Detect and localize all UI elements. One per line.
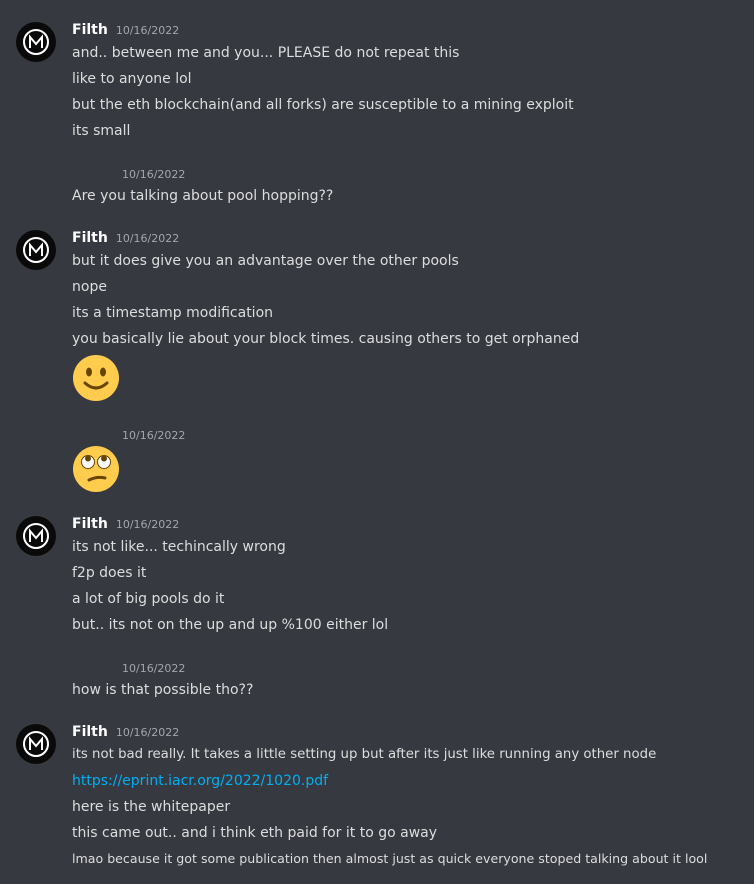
- avatar[interactable]: [16, 516, 56, 556]
- message-text: lmao because it got some publication the…: [72, 851, 708, 866]
- message-text: its small: [72, 123, 131, 139]
- rolling-eyes-emoji: [73, 446, 119, 492]
- username[interactable]: Filth: [72, 22, 108, 38]
- message-text: but.. its not on the up and up %100 eith…: [72, 617, 389, 633]
- message-text: like to anyone lol: [72, 71, 192, 87]
- whitepaper-link[interactable]: https://eprint.iacr.org/2022/1020.pdf: [72, 771, 328, 791]
- avatar-logo-icon: [23, 237, 49, 263]
- message-text: a lot of big pools do it: [72, 591, 225, 607]
- message-text: here is the whitepaper: [72, 799, 231, 815]
- timestamp: 10/16/2022: [122, 429, 186, 442]
- timestamp: 10/16/2022: [122, 662, 186, 675]
- avatar[interactable]: [16, 22, 56, 62]
- message-text: but it does give you an advantage over t…: [72, 253, 459, 269]
- timestamp: 10/16/2022: [115, 518, 180, 531]
- slightly-smiling-face-emoji: [73, 355, 119, 401]
- message-text: f2p does it: [72, 565, 147, 581]
- message-text: nope: [72, 279, 107, 295]
- message-text: how is that possible tho??: [72, 682, 254, 698]
- username[interactable]: Filth: [72, 230, 108, 246]
- avatar[interactable]: [16, 724, 56, 764]
- message-text: and.. between me and you... PLEASE do no…: [72, 45, 460, 61]
- timestamp: 10/16/2022: [115, 726, 180, 739]
- message-text: you basically lie about your block times…: [72, 331, 580, 347]
- username[interactable]: Filth: [72, 724, 108, 740]
- message-text: Are you talking about pool hopping??: [72, 188, 334, 204]
- message-text: its not bad really. It takes a little se…: [72, 747, 657, 762]
- message-text: its a timestamp modification: [72, 305, 274, 321]
- avatar-logo-icon: [23, 29, 49, 55]
- avatar-logo-icon: [23, 731, 49, 757]
- message-text: this came out.. and i think eth paid for…: [72, 825, 438, 841]
- timestamp: 10/16/2022: [115, 232, 180, 245]
- avatar[interactable]: [16, 230, 56, 270]
- avatar-logo-icon: [23, 523, 49, 549]
- timestamp: 10/16/2022: [115, 24, 180, 37]
- timestamp: 10/16/2022: [122, 168, 186, 181]
- message-text: its not like... techincally wrong: [72, 539, 286, 555]
- message-text: but the eth blockchain(and all forks) ar…: [72, 97, 574, 113]
- username[interactable]: Filth: [72, 516, 108, 532]
